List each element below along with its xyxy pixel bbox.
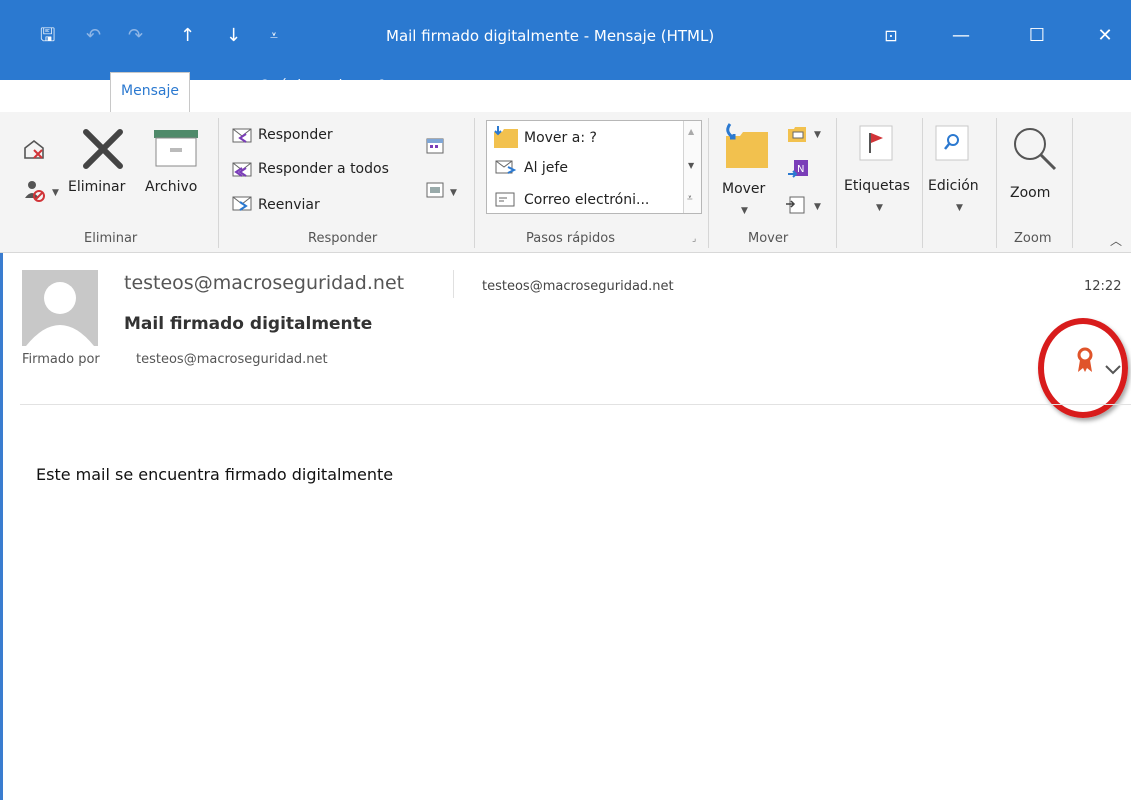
next-item-icon[interactable]: ↓ [226,26,241,46]
gallery-more-icon[interactable]: ⩡ [687,193,693,204]
move-folder-icon[interactable] [720,122,772,172]
previous-item-icon[interactable]: ↑ [180,26,195,46]
tab-mensaje[interactable]: Mensaje [110,72,190,112]
meeting-reply-icon[interactable] [424,136,448,158]
forward-icon[interactable] [230,194,256,214]
zoom-icon[interactable] [1008,122,1060,174]
window-title: Mail firmado digitalmente - Mensaje (HTM… [386,27,715,45]
header-separator [453,270,454,298]
flag-icon[interactable] [858,124,894,162]
collapse-ribbon-icon[interactable]: ︿ [1110,232,1122,249]
scroll-up-icon[interactable]: ▲ [688,127,694,136]
redo-icon[interactable]: ↷ [128,26,143,46]
archive-button-label[interactable]: Archivo [145,179,197,195]
to-manager-icon [495,160,517,174]
message-body: Este mail se encuentra firmado digitalme… [36,465,394,484]
scroll-down-icon[interactable]: ▼ [688,161,694,170]
chevron-down-icon[interactable] [1104,364,1122,376]
header-divider [20,404,1131,405]
tab-archivo[interactable]: Archivo [12,76,84,112]
dialog-launcher-icon[interactable]: ⌟ [692,234,696,244]
tell-me-box[interactable]: 💡︎ ¿Qué desea hacer? [236,78,386,94]
quick-step-item[interactable]: Al jefe [524,160,568,176]
sender-address[interactable]: testeos@macroseguridad.net [124,272,404,294]
window-left-edge [0,253,3,800]
ribbon-separator [996,118,997,248]
ribbon-separator [708,118,709,248]
group-label-responder: Responder [308,231,378,246]
customize-toolbar-icon[interactable]: ⩡ [270,26,278,46]
ribbon-separator [474,118,475,248]
recipient-address[interactable]: testeos@macroseguridad.net [482,279,674,294]
quick-step-item[interactable]: Correo electróni... [524,192,649,208]
ribbon-separator [836,118,837,248]
group-label-eliminar: Eliminar [84,231,138,246]
zoom-button[interactable]: Zoom [1010,185,1050,201]
junk-icon[interactable] [22,178,48,204]
save-icon[interactable]: 🖫 [40,26,55,46]
more-respond-dropdown-icon[interactable]: ▼ [450,188,457,198]
title-bar: 🖫 ↶ ↷ ↑ ↓ ⩡ Mail firmado digitalmente - … [0,0,1131,80]
ribbon-separator [1072,118,1073,248]
quick-steps-scrollbar[interactable]: ▲ ▼ ⩡ [683,121,701,213]
ribbon-separator [922,118,923,248]
tags-dropdown-icon[interactable]: ▼ [876,203,883,213]
undo-icon[interactable]: ↶ [86,26,101,46]
maximize-button[interactable]: ☐ [1022,22,1052,50]
person-icon [26,282,94,346]
group-label-pasos-rapidos: Pasos rápidos [526,231,616,246]
tags-button[interactable]: Etiquetas [844,178,910,194]
move-button[interactable]: Mover [722,181,765,197]
rules-icon[interactable] [786,124,808,144]
ribbon-separator [218,118,219,248]
editing-dropdown-icon[interactable]: ▼ [956,203,963,213]
email-icon [495,192,515,207]
close-button[interactable]: ✕ [1090,22,1120,50]
reply-all-icon[interactable] [230,160,256,180]
signed-by-label: Firmado por [22,352,100,367]
archive-icon[interactable] [152,128,200,168]
editing-button[interactable]: Edición [928,178,979,194]
find-icon[interactable] [934,124,970,162]
ignore-icon[interactable] [22,136,48,162]
reply-button[interactable]: Responder [258,127,333,143]
signed-by-address: testeos@macroseguridad.net [136,352,328,367]
delete-icon[interactable] [80,126,126,172]
quick-step-item[interactable]: Mover a: ? [524,130,597,146]
ribbon-display-options-button[interactable]: ⊡ [876,22,906,50]
rules-dropdown-icon[interactable]: ▼ [814,130,821,140]
forward-button[interactable]: Reenviar [258,197,320,213]
svg-text:N: N [797,164,804,175]
lightbulb-icon: 💡︎ [236,78,246,94]
tell-me-text: ¿Qué desea hacer? [251,78,386,94]
message-time: 12:22 [1084,279,1122,294]
group-label-mover: Mover [748,231,789,246]
minimize-button[interactable]: — [946,22,976,50]
move-dropdown-icon[interactable]: ▼ [741,206,748,216]
more-respond-icon[interactable] [424,180,448,202]
folder-move-icon [494,126,518,148]
onenote-icon[interactable]: N [786,158,810,182]
actions-icon[interactable] [784,194,808,216]
group-label-zoom: Zoom [1014,231,1052,246]
digital-signature-icon[interactable] [1074,346,1096,376]
junk-dropdown-icon[interactable]: ▼ [52,188,59,198]
actions-dropdown-icon[interactable]: ▼ [814,202,821,212]
message-subject: Mail firmado digitalmente [124,314,373,334]
avatar[interactable] [22,270,98,346]
reply-all-button[interactable]: Responder a todos [258,161,389,177]
delete-button-label[interactable]: Eliminar [68,179,125,195]
reply-icon[interactable] [230,126,256,146]
